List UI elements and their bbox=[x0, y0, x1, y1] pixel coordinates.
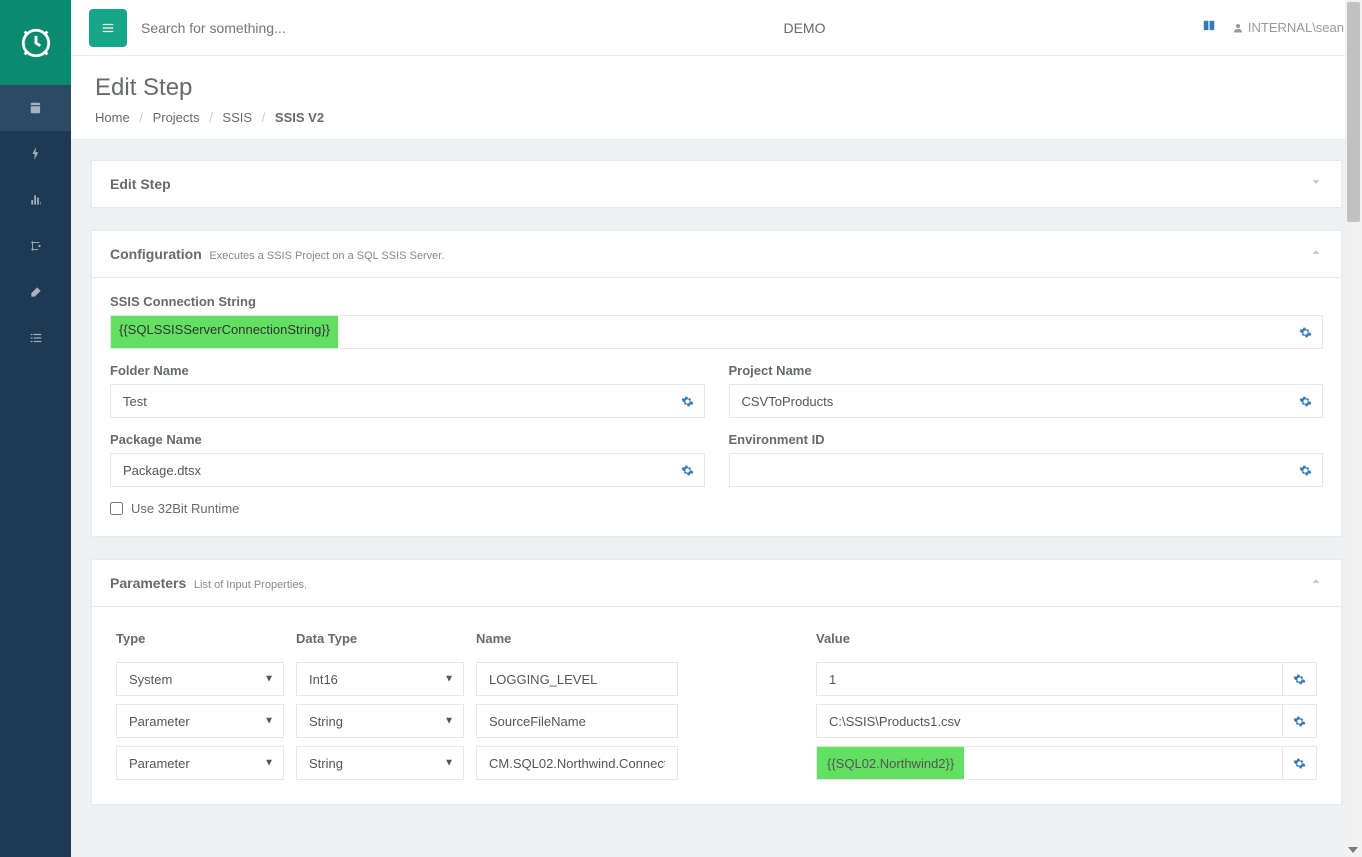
page-header: Edit Step Home / Projects / SSIS / SSIS … bbox=[71, 56, 1362, 140]
sidebar-item-settings[interactable] bbox=[0, 223, 71, 269]
gear-package-name[interactable] bbox=[671, 453, 705, 487]
panel-edit-step-toggle[interactable] bbox=[1309, 175, 1323, 192]
sidebar-item-list[interactable] bbox=[0, 315, 71, 361]
col-type: Type bbox=[110, 623, 290, 658]
hamburger-button[interactable] bbox=[89, 9, 127, 47]
params-table: Type Data Type Name Value System▼Int16▼1… bbox=[110, 623, 1323, 784]
scrollbar[interactable] bbox=[1345, 0, 1362, 857]
gear-project-name[interactable] bbox=[1289, 384, 1323, 418]
user-menu[interactable]: INTERNAL\sean bbox=[1232, 20, 1344, 35]
gear-conn-string[interactable] bbox=[1289, 315, 1323, 349]
input-param-value[interactable]: {{SQL02.Northwind2}} bbox=[816, 746, 1283, 780]
panel-edit-step: Edit Step bbox=[91, 160, 1342, 208]
token-conn-string: {{SQLSSISServerConnectionString}} bbox=[111, 316, 338, 348]
select-param-type[interactable]: Parameter bbox=[116, 704, 284, 738]
input-folder-name[interactable] bbox=[110, 384, 671, 418]
label-conn-string: SSIS Connection String bbox=[110, 294, 1323, 309]
gear-param-value[interactable] bbox=[1283, 746, 1317, 780]
scroll-down-icon bbox=[1348, 847, 1358, 853]
sidebar-rail bbox=[0, 0, 71, 857]
col-datatype: Data Type bbox=[290, 623, 470, 658]
input-package-name[interactable] bbox=[110, 453, 671, 487]
label-package-name: Package Name bbox=[110, 432, 705, 447]
panel-config-title: Configuration bbox=[110, 246, 202, 262]
breadcrumb-home[interactable]: Home bbox=[95, 110, 130, 125]
select-param-datatype[interactable]: String bbox=[296, 746, 464, 780]
gear-folder-name[interactable] bbox=[671, 384, 705, 418]
panel-params-title: Parameters bbox=[110, 575, 186, 591]
environment-label: DEMO bbox=[407, 20, 1202, 36]
table-row: System▼Int16▼1 bbox=[110, 658, 1323, 700]
col-name: Name bbox=[470, 623, 810, 658]
sidebar-item-tools[interactable] bbox=[0, 269, 71, 315]
gear-environment-id[interactable] bbox=[1289, 453, 1323, 487]
panel-config-toggle[interactable] bbox=[1309, 245, 1323, 262]
label-project-name: Project Name bbox=[729, 363, 1324, 378]
scrollbar-thumb[interactable] bbox=[1347, 2, 1360, 222]
checkbox-use-32bit[interactable] bbox=[110, 502, 123, 515]
user-label: INTERNAL\sean bbox=[1248, 20, 1344, 35]
label-use-32bit: Use 32Bit Runtime bbox=[131, 501, 239, 516]
input-param-name[interactable] bbox=[476, 746, 678, 780]
select-param-datatype[interactable]: Int16 bbox=[296, 662, 464, 696]
table-row: Parameter▼String▼{{SQL02.Northwind2}} bbox=[110, 742, 1323, 784]
breadcrumb: Home / Projects / SSIS / SSIS V2 bbox=[95, 110, 1338, 125]
gear-param-value[interactable] bbox=[1283, 704, 1317, 738]
gear-param-value[interactable] bbox=[1283, 662, 1317, 696]
search-input[interactable] bbox=[127, 20, 407, 36]
table-row: Parameter▼String▼C:\SSIS\Products1.csv bbox=[110, 700, 1323, 742]
input-param-name[interactable] bbox=[476, 704, 678, 738]
app-logo[interactable] bbox=[0, 0, 71, 85]
panel-configuration: Configuration Executes a SSIS Project on… bbox=[91, 230, 1342, 537]
label-environment-id: Environment ID bbox=[729, 432, 1324, 447]
sidebar-item-reports[interactable] bbox=[0, 177, 71, 223]
input-param-value[interactable]: 1 bbox=[816, 662, 1283, 696]
label-folder-name: Folder Name bbox=[110, 363, 705, 378]
input-conn-string[interactable]: {{SQLSSISServerConnectionString}} bbox=[110, 315, 1289, 349]
page-title: Edit Step bbox=[95, 74, 1338, 102]
input-param-value[interactable]: C:\SSIS\Products1.csv bbox=[816, 704, 1283, 738]
select-param-type[interactable]: Parameter bbox=[116, 746, 284, 780]
content-area: Edit Step Configuration Executes a SSIS … bbox=[71, 140, 1362, 857]
input-param-name[interactable] bbox=[476, 662, 678, 696]
select-param-datatype[interactable]: String bbox=[296, 704, 464, 738]
breadcrumb-current: SSIS V2 bbox=[275, 110, 324, 125]
sidebar-item-activity[interactable] bbox=[0, 131, 71, 177]
select-param-type[interactable]: System bbox=[116, 662, 284, 696]
breadcrumb-projects[interactable]: Projects bbox=[153, 110, 200, 125]
book-icon[interactable] bbox=[1202, 19, 1216, 36]
main-column: DEMO INTERNAL\sean Edit Step Home / Proj… bbox=[71, 0, 1362, 857]
panel-parameters: Parameters List of Input Properties. Typ… bbox=[91, 559, 1342, 805]
topbar: DEMO INTERNAL\sean bbox=[71, 0, 1362, 56]
input-project-name[interactable] bbox=[729, 384, 1290, 418]
panel-params-subtitle: List of Input Properties. bbox=[194, 579, 307, 591]
input-environment-id[interactable] bbox=[729, 453, 1290, 487]
breadcrumb-ssis[interactable]: SSIS bbox=[222, 110, 252, 125]
panel-params-toggle[interactable] bbox=[1309, 574, 1323, 591]
panel-edit-step-title: Edit Step bbox=[110, 176, 171, 192]
sidebar-item-projects[interactable] bbox=[0, 85, 71, 131]
col-value: Value bbox=[810, 623, 1323, 658]
panel-config-subtitle: Executes a SSIS Project on a SQL SSIS Se… bbox=[209, 250, 444, 262]
